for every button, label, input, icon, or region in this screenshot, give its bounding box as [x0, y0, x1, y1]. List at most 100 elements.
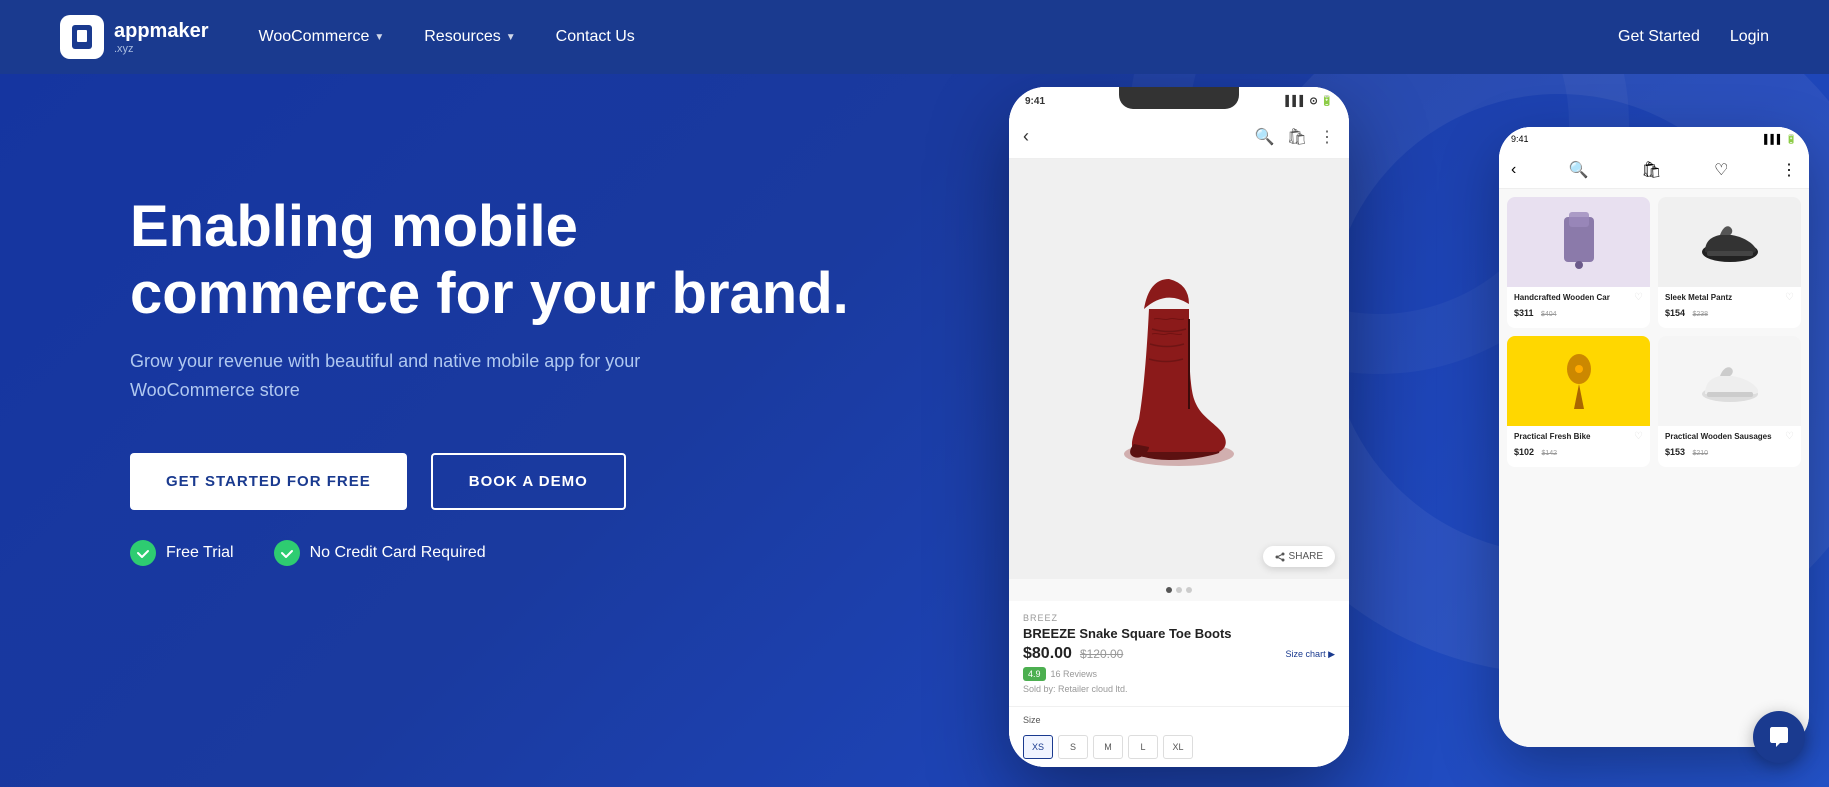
- product-card-1[interactable]: ♡ Handcrafted Wooden Car $311 $404: [1507, 197, 1650, 328]
- card-name-3: Practical Fresh Bike: [1514, 432, 1643, 441]
- cart-icon: 🛍: [1287, 127, 1307, 147]
- card-info-4: ♡ Practical Wooden Sausages $153 $210: [1658, 426, 1801, 467]
- nav-login[interactable]: Login: [1730, 28, 1769, 46]
- card-name-1: Handcrafted Wooden Car: [1514, 293, 1643, 302]
- card-price-3: $102: [1514, 447, 1534, 457]
- hero-subtitle: Grow your revenue with beautiful and nat…: [130, 347, 690, 405]
- pb-signals: ▌▌▌ 🔋: [1764, 134, 1797, 145]
- dot-2: [1176, 587, 1182, 593]
- hero-section: Enabling mobile commerce for your brand.…: [0, 74, 1829, 787]
- pb-status-bar: 9:41 ▌▌▌ 🔋: [1499, 127, 1809, 151]
- no-credit-card-label: No Credit Card Required: [310, 544, 486, 562]
- card-heart-1[interactable]: ♡: [1634, 292, 1643, 303]
- pb-nav-bar: ‹ 🔍 🛍 ♡ ⋮: [1499, 151, 1809, 189]
- chat-widget[interactable]: [1753, 711, 1805, 763]
- size-m[interactable]: M: [1093, 735, 1123, 759]
- hero-badges: Free Trial No Credit Card Required: [130, 540, 850, 566]
- nav-icons: 🔍 🛍 ⋮: [1255, 127, 1335, 147]
- card-heart-2[interactable]: ♡: [1785, 292, 1794, 303]
- product-info: BREEZ BREEZE Snake Square Toe Boots $80.…: [1009, 601, 1349, 706]
- product-card-2[interactable]: ♡ Sleek Metal Pantz $154 $238: [1658, 197, 1801, 328]
- card-name-2: Sleek Metal Pantz: [1665, 293, 1794, 302]
- nav-get-started[interactable]: Get Started: [1618, 28, 1700, 46]
- pb-more-icon: ⋮: [1781, 160, 1797, 180]
- phones-container: 9:41 ▌▌▌ ⊙ 🔋 ‹ 🔍 🛍 ⋮: [929, 74, 1829, 787]
- card-heart-4[interactable]: ♡: [1785, 431, 1794, 442]
- product-grid: ♡ Handcrafted Wooden Car $311 $404 ♡: [1499, 189, 1809, 475]
- pb-search-icon: 🔍: [1569, 160, 1589, 180]
- price-main: $80.00: [1023, 645, 1072, 663]
- size-buttons: XS S M L XL: [1023, 735, 1335, 759]
- card-image-3: [1507, 336, 1650, 426]
- logo-name: appmaker: [114, 20, 209, 43]
- nav-contact[interactable]: Contact Us: [556, 28, 635, 46]
- product-name: BREEZE Snake Square Toe Boots: [1023, 626, 1335, 641]
- get-started-button[interactable]: GET STARTED FOR FREE: [130, 453, 407, 510]
- card-price-2: $154: [1665, 308, 1685, 318]
- header-left: appmaker .xyz WooCommerce ▼ Resources ▼ …: [60, 15, 635, 59]
- phone-screen: 9:41 ▌▌▌ ⊙ 🔋 ‹ 🔍 🛍 ⋮: [1009, 87, 1349, 767]
- card-info-2: ♡ Sleek Metal Pantz $154 $238: [1658, 287, 1801, 328]
- dots-indicator: [1009, 579, 1349, 601]
- phone-back: 9:41 ▌▌▌ 🔋 ‹ 🔍 🛍 ♡ ⋮: [1499, 127, 1809, 747]
- phone-time: 9:41: [1025, 96, 1045, 107]
- product-brand: BREEZ: [1023, 613, 1335, 623]
- size-l[interactable]: L: [1128, 735, 1158, 759]
- size-xl[interactable]: XL: [1163, 735, 1193, 759]
- hero-title: Enabling mobile commerce for your brand.: [130, 194, 850, 327]
- phone-nav-bar: ‹ 🔍 🛍 ⋮: [1009, 115, 1349, 159]
- rating-badge: 4.9: [1023, 667, 1046, 681]
- chevron-down-icon: ▼: [374, 32, 384, 43]
- product-card-3[interactable]: ♡ Practical Fresh Bike $102 $142: [1507, 336, 1650, 467]
- card-name-4: Practical Wooden Sausages: [1665, 432, 1794, 441]
- size-s[interactable]: S: [1058, 735, 1088, 759]
- dot-3: [1186, 587, 1192, 593]
- free-trial-label: Free Trial: [166, 544, 234, 562]
- pb-heart-icon: ♡: [1714, 160, 1728, 180]
- card-old-price-4: $210: [1692, 450, 1708, 457]
- share-label: SHARE: [1289, 551, 1323, 562]
- logo-text-block: appmaker .xyz: [114, 20, 209, 55]
- hero-content: Enabling mobile commerce for your brand.…: [130, 194, 850, 566]
- hero-buttons: GET STARTED FOR FREE BOOK A DEMO: [130, 453, 850, 510]
- logo-sub: .xyz: [114, 43, 209, 55]
- card-old-price-1: $404: [1541, 311, 1557, 318]
- product-image: [1079, 259, 1279, 479]
- free-trial-badge: Free Trial: [130, 540, 234, 566]
- header-right: Get Started Login: [1618, 28, 1769, 46]
- logo-icon: [60, 15, 104, 59]
- nav-resources[interactable]: Resources ▼: [424, 28, 515, 46]
- card-info-1: ♡ Handcrafted Wooden Car $311 $404: [1507, 287, 1650, 328]
- card-price-1: $311: [1514, 308, 1534, 318]
- card-old-price-2: $238: [1692, 311, 1708, 318]
- share-button[interactable]: SHARE: [1263, 546, 1335, 567]
- nav-woocommerce[interactable]: WooCommerce ▼: [259, 28, 385, 46]
- size-xs[interactable]: XS: [1023, 735, 1053, 759]
- size-section: Size XS S M L XL: [1009, 706, 1349, 767]
- review-count: 16 Reviews: [1051, 669, 1098, 679]
- card-info-3: ♡ Practical Fresh Bike $102 $142: [1507, 426, 1650, 467]
- card-image-1: [1507, 197, 1650, 287]
- phone-notch: [1119, 87, 1239, 109]
- price-row: $80.00 $120.00 Size chart ▶: [1023, 645, 1335, 663]
- card-old-price-3: $142: [1541, 450, 1557, 457]
- pb-back-icon: ‹: [1511, 161, 1516, 179]
- no-credit-card-badge: No Credit Card Required: [274, 540, 486, 566]
- card-heart-3[interactable]: ♡: [1634, 431, 1643, 442]
- card-price-4: $153: [1665, 447, 1685, 457]
- phone-back-screen: 9:41 ▌▌▌ 🔋 ‹ 🔍 🛍 ♡ ⋮: [1499, 127, 1809, 747]
- size-chart-btn[interactable]: Size chart ▶: [1286, 649, 1335, 660]
- header: appmaker .xyz WooCommerce ▼ Resources ▼ …: [0, 0, 1829, 74]
- price-original: $120.00: [1080, 647, 1123, 661]
- search-icon: 🔍: [1255, 127, 1275, 147]
- chevron-down-icon: ▼: [506, 32, 516, 43]
- sold-by: Sold by: Retailer cloud ltd.: [1023, 684, 1335, 694]
- check-icon: [130, 540, 156, 566]
- phone-main: 9:41 ▌▌▌ ⊙ 🔋 ‹ 🔍 🛍 ⋮: [1009, 87, 1349, 767]
- pb-time: 9:41: [1511, 134, 1529, 144]
- product-card-4[interactable]: ♡ Practical Wooden Sausages $153 $210: [1658, 336, 1801, 467]
- logo[interactable]: appmaker .xyz: [60, 15, 209, 59]
- book-demo-button[interactable]: BOOK A DEMO: [431, 453, 626, 510]
- card-image-2: [1658, 197, 1801, 287]
- pb-cart-icon: 🛍: [1641, 160, 1661, 180]
